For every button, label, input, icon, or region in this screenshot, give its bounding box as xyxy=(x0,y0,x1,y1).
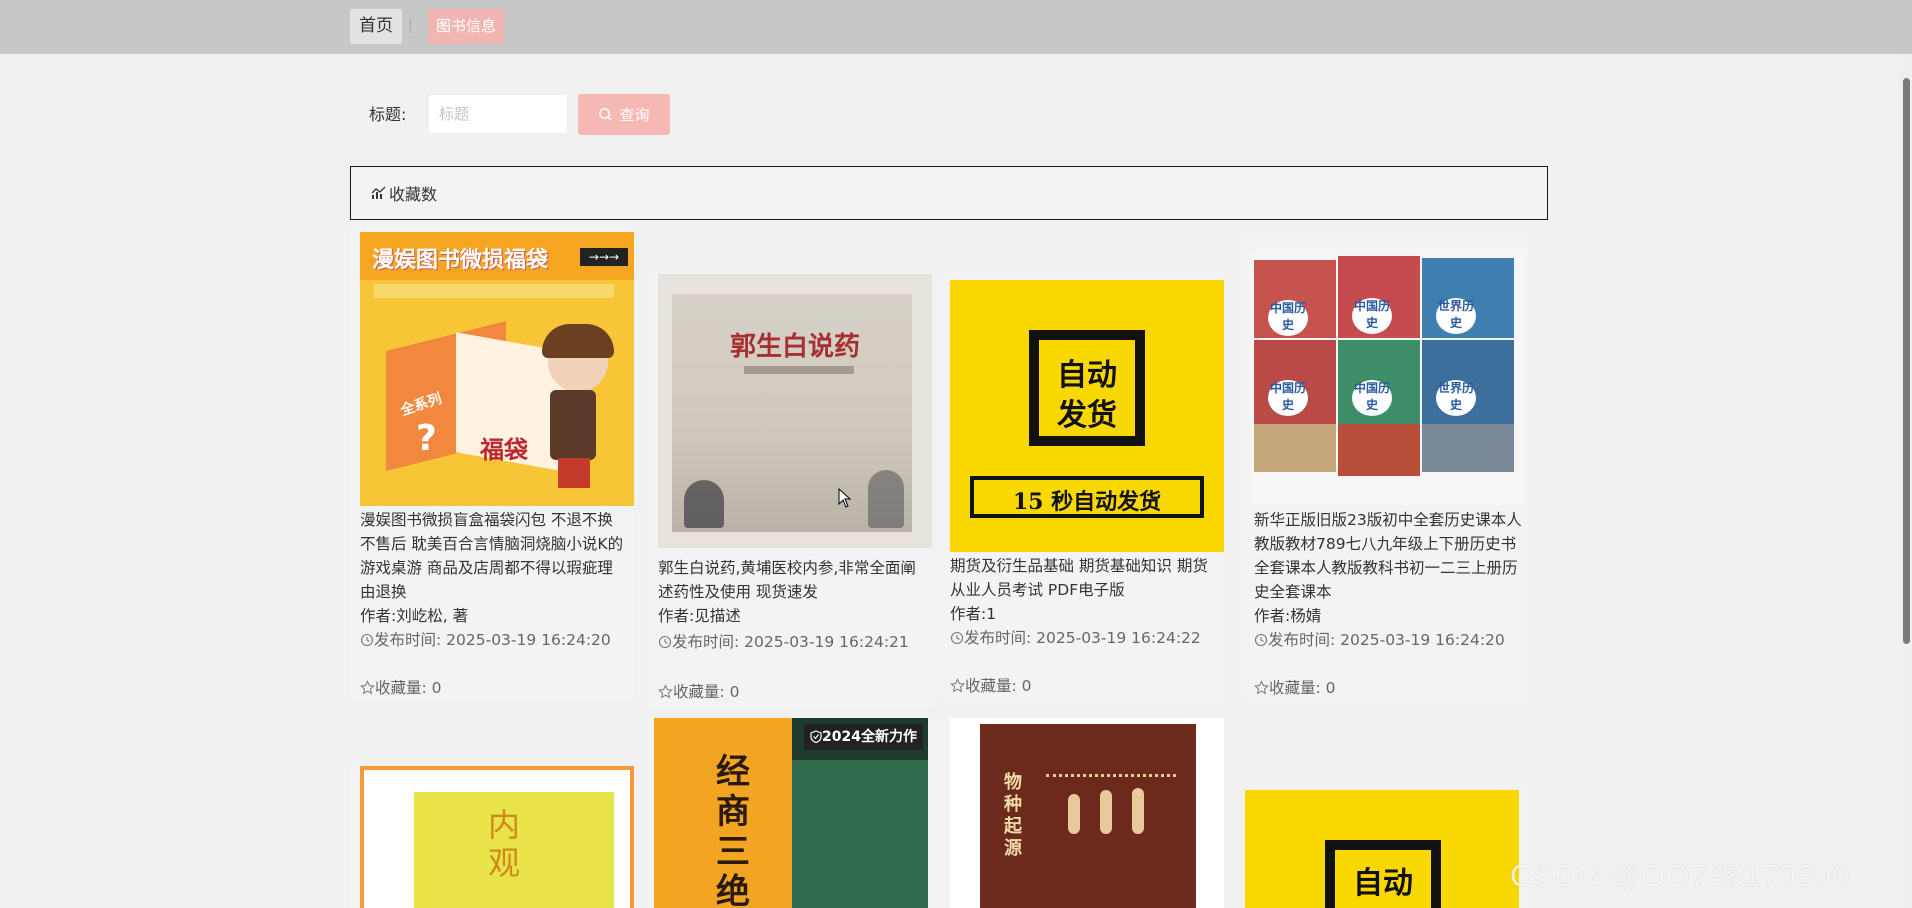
book-cover-image[interactable]: 自动 xyxy=(1245,790,1519,908)
book-card[interactable]: 自动 xyxy=(1244,790,1528,908)
book-title[interactable]: 期货及衍生品基础 期货基础知识 期货从业人员考试 PDF电子版 xyxy=(950,554,1218,602)
book-author: 作者:刘屹松, 著 xyxy=(360,607,469,625)
book-favorite-count: 收藏量: 0 xyxy=(1254,676,1336,700)
scrollbar-thumb[interactable] xyxy=(1903,78,1910,644)
book-cover-image[interactable]: 内观 xyxy=(360,766,634,908)
book-card[interactable]: 物种起源 xyxy=(940,718,1224,908)
title-search-input[interactable] xyxy=(428,94,568,134)
book-author: 作者:杨婧 xyxy=(1254,607,1322,625)
cover-line-1: 自动 xyxy=(1353,866,1413,901)
book-card[interactable]: 中国历史 中国历史 世界历史 中国历史 中国历史 世界历史 新华正版旧版23版初… xyxy=(1244,232,1528,698)
book-author: 作者:1 xyxy=(950,605,997,623)
breadcrumb-home[interactable]: 首页 xyxy=(350,9,402,44)
breadcrumb-separator: | xyxy=(408,18,413,34)
shield-check-icon xyxy=(810,730,822,743)
book-card[interactable]: 内观 xyxy=(350,766,634,908)
star-icon xyxy=(1254,680,1269,695)
book-favorite-count: 收藏量: 0 xyxy=(360,676,442,700)
book-favorite-count: 收藏量: 0 xyxy=(950,674,1032,698)
csdn-watermark: CSDN @QQ748179390 xyxy=(1510,858,1850,893)
clock-icon xyxy=(950,631,964,645)
book-publish-time: 发布时间: 2025-03-19 16:24:21 xyxy=(658,630,926,654)
favorites-panel-header: 收藏数 xyxy=(350,166,1548,220)
top-bar xyxy=(0,0,1912,54)
cover-line-2: 发货 xyxy=(1057,398,1117,433)
book-cover-image[interactable]: 经商三绝 2024全新力作 xyxy=(654,718,928,908)
book-cover-image[interactable]: 中国历史 中国历史 世界历史 中国历史 中国历史 世界历史 xyxy=(1252,254,1526,504)
book-author: 作者:见描述 xyxy=(658,607,741,625)
query-button[interactable]: 查询 xyxy=(578,94,670,135)
cover-bag-label: 福袋 xyxy=(480,436,528,464)
book-cover-image[interactable]: 自动 发货 15 秒自动发货 xyxy=(950,280,1224,552)
star-icon xyxy=(360,680,375,695)
clock-icon xyxy=(1254,633,1268,647)
cover-title: 漫娱图书微损福袋 xyxy=(372,248,549,273)
book-publish-time: 发布时间: 2025-03-19 16:24:20 xyxy=(360,628,628,652)
book-card[interactable]: 经商三绝 2024全新力作 xyxy=(648,718,932,908)
cover-title: 郭生白说药 xyxy=(730,332,861,362)
search-icon xyxy=(599,108,613,121)
clock-icon xyxy=(360,633,374,647)
book-cover-image[interactable]: 郭生白说药 xyxy=(658,274,932,548)
history-book: 世界历史 xyxy=(1422,340,1514,472)
book-cover-image[interactable]: 漫娱图书微损福袋 →→→ 全系列 ? 福袋 xyxy=(360,232,634,506)
search-label: 标题: xyxy=(369,105,407,124)
cover-title: 物种起源 xyxy=(1004,772,1022,859)
cover-banner: 15 秒自动发货 xyxy=(1012,489,1162,515)
breadcrumb-current[interactable]: 图书信息 xyxy=(428,9,505,44)
book-card[interactable]: 漫娱图书微损福袋 →→→ 全系列 ? 福袋 漫娱图书微损盲盒福袋闪包 不退不换不… xyxy=(350,230,634,700)
mouse-cursor-icon xyxy=(838,488,852,508)
cover-line-1: 自动 xyxy=(1057,358,1117,393)
history-book: 中国历史 xyxy=(1254,260,1336,338)
star-icon xyxy=(950,678,965,693)
badge-label: 2024全新力作 xyxy=(804,724,923,750)
cover-title: 内观 xyxy=(488,806,521,882)
book-publish-time: 发布时间: 2025-03-19 16:24:20 xyxy=(1254,628,1522,652)
book-card[interactable]: 郭生白说药 郭生白说药,黄埔医校内参,非常全面阐述药性及使用 现货速发 作者:见… xyxy=(648,272,932,707)
book-title[interactable]: 郭生白说药,黄埔医校内参,非常全面阐述药性及使用 现货速发 xyxy=(658,556,926,604)
book-cover-image[interactable]: 物种起源 xyxy=(950,718,1224,908)
book-card[interactable]: 自动 发货 15 秒自动发货 期货及衍生品基础 期货基础知识 期货从业人员考试 … xyxy=(940,278,1224,698)
star-icon xyxy=(658,684,673,699)
clock-icon xyxy=(658,635,672,649)
panel-title: 收藏数 xyxy=(389,185,438,204)
book-title[interactable]: 漫娱图书微损盲盒福袋闪包 不退不换不售后 耽美百合言情脑洞烧脑小说K的游戏桌游 … xyxy=(360,508,628,604)
chart-icon xyxy=(371,186,386,199)
history-book: 中国历史 xyxy=(1338,256,1420,338)
query-button-label: 查询 xyxy=(619,106,650,124)
cover-title: 经商三绝 xyxy=(716,752,750,908)
book-publish-time: 发布时间: 2025-03-19 16:24:22 xyxy=(950,626,1218,650)
book-title[interactable]: 新华正版旧版23版初中全套历史课本人教版教材789七八九年级上下册历史书全套课本… xyxy=(1254,508,1522,604)
history-book: 世界历史 xyxy=(1422,258,1514,338)
history-book: 中国历史 xyxy=(1338,340,1420,476)
history-book: 中国历史 xyxy=(1254,340,1336,472)
book-favorite-count: 收藏量: 0 xyxy=(658,680,740,704)
